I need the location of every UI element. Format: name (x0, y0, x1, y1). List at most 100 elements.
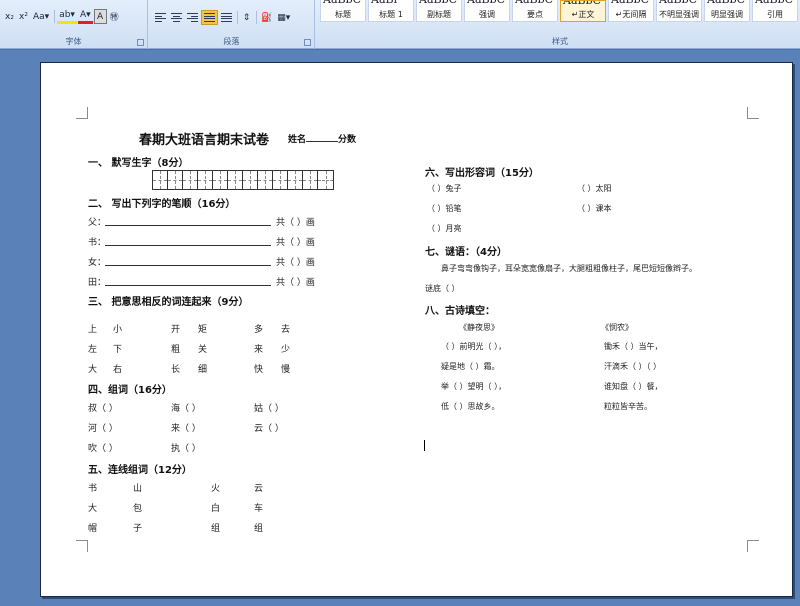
document-page[interactable]: 春期大班语言期末试卷 姓名 分数 一、 默写生字（8分） 二、 写出下列字的笔顺（… (40, 62, 793, 597)
crop-mark (76, 540, 88, 552)
section-2-heading: 二、 写出下列字的笔顺（16分） (88, 199, 236, 210)
style-preview: AaBbC (419, 0, 457, 6)
adjective-blank: （ ）课本 (577, 204, 612, 213)
style-tile[interactable]: AaBbC 不明显强调 (656, 0, 702, 22)
crop-mark (747, 540, 759, 552)
poem-2-line: 粒粒皆辛苦。 (604, 402, 652, 411)
font-color-button[interactable]: A▾ (77, 9, 93, 24)
answer-line[interactable] (105, 285, 271, 286)
style-preview: AaBbC (707, 0, 745, 6)
match-word: 组 (254, 524, 264, 534)
section-7-heading: 七、谜语：（4分） (425, 247, 507, 258)
name-field[interactable]: 姓名 分数 (288, 132, 356, 145)
justify-button[interactable] (201, 10, 218, 25)
separator (54, 10, 56, 23)
adjective-blank: （ ）兔子 (427, 184, 462, 193)
align-right-icon (187, 13, 198, 22)
font-dialog-launcher-icon[interactable] (137, 39, 144, 46)
style-tile[interactable]: AaBbC 明显强调 (704, 0, 750, 22)
word-group-item: 河（ ） (88, 424, 118, 434)
character-shading-button[interactable]: A (93, 9, 107, 24)
justify-icon (204, 13, 215, 22)
style-tile[interactable]: AaBl 标题 1 (368, 0, 414, 22)
antonym-word: 关 (198, 345, 208, 355)
poem-1-line: （ ）前明光（ ）， (441, 342, 507, 351)
answer-line[interactable] (105, 245, 271, 246)
align-right-button[interactable] (185, 10, 200, 25)
match-word: 白 (211, 504, 221, 514)
section-6-heading: 六、写出形容词（15分） (425, 168, 539, 179)
match-word: 书 (88, 484, 98, 494)
answer-line[interactable] (105, 265, 271, 266)
poem-1-line: 低（ ）思故乡。 (441, 402, 500, 411)
style-name: 明显强调 (711, 10, 743, 19)
poem-1-line: 疑是地（ ）霜。 (441, 362, 500, 371)
antonym-word: 快 (254, 365, 264, 375)
shading-button[interactable]: ⛽ (259, 10, 274, 25)
align-center-icon (171, 13, 182, 22)
borders-button[interactable]: ▦ ▾ (275, 10, 292, 25)
paint-bucket-icon: ⛽ (261, 12, 273, 23)
style-tile[interactable]: AaBbC 副标题 (416, 0, 462, 22)
antonym-word: 粗 (171, 345, 181, 355)
align-left-button[interactable] (153, 10, 168, 25)
match-word: 大 (88, 504, 98, 514)
match-word: 包 (133, 504, 143, 514)
match-word: 帽 (88, 524, 98, 534)
match-word: 火 (211, 484, 221, 494)
enclose-characters-button[interactable]: ㊕ (108, 9, 121, 24)
style-name: 标题 1 (379, 10, 403, 19)
highlight-color-button[interactable]: ab▾ (57, 9, 77, 24)
line-spacing-button[interactable]: ⇕ (240, 10, 253, 25)
antonym-word: 细 (198, 365, 208, 375)
section-3-heading: 三、 把意思相反的词连起来（9分） (88, 297, 249, 308)
answer-line[interactable] (105, 225, 271, 226)
paragraph-dialog-launcher-icon[interactable] (304, 39, 311, 46)
font-group-label: 字体 (65, 37, 82, 46)
style-tile[interactable]: AaBbC ↵无间隔 (608, 0, 654, 22)
style-preview: AaBbC (323, 0, 361, 6)
antonym-word: 右 (113, 365, 123, 375)
distributed-button[interactable] (219, 10, 234, 25)
crop-mark (76, 107, 88, 119)
distributed-icon (221, 13, 232, 22)
style-preview: AaBbC (515, 0, 553, 6)
antonym-word: 矩 (198, 325, 208, 335)
crop-mark (747, 107, 759, 119)
antonym-word: 上 (88, 325, 98, 335)
stroke-order-char: 田： (88, 278, 107, 288)
style-name: ↵正文 (571, 10, 595, 19)
align-center-button[interactable] (169, 10, 184, 25)
stroke-order-char: 父： (88, 218, 107, 228)
style-tile[interactable]: AaBbC 标题 (320, 0, 366, 22)
stroke-order-char: 女： (88, 258, 107, 268)
section-4-heading: 四、组词（16分） (88, 385, 172, 396)
superscript-button[interactable]: x² (17, 9, 30, 24)
borders-icon: ▦ (277, 12, 286, 23)
text-cursor (424, 440, 425, 451)
poem-2-line: 谁知盘（ ）餐， (604, 382, 663, 391)
style-tile[interactable]: AaBbC ↵正文 (560, 0, 606, 22)
style-tile[interactable]: AaBbC 要点 (512, 0, 558, 22)
subscript-button[interactable]: x₂ (3, 9, 16, 24)
style-name: 引用 (767, 10, 783, 19)
antonym-word: 多 (254, 325, 264, 335)
poem-1-title: 《静夜思》 (459, 323, 499, 332)
writing-grid[interactable] (152, 170, 334, 190)
style-tile[interactable]: AaBbC 强调 (464, 0, 510, 22)
style-tile[interactable]: AaBbC 引用 (752, 0, 798, 22)
style-preview: AaBl (371, 0, 397, 6)
change-case-button[interactable]: Aa▾ (31, 9, 51, 24)
stroke-order-char: 书： (88, 238, 107, 248)
style-name: 要点 (527, 10, 543, 19)
word-group-item: 执（ ） (171, 444, 201, 454)
styles-group: AaBbC标题AaBl标题 1AaBbC副标题AaBbC强调AaBbC要点AaB… (320, 0, 800, 49)
ribbon: x₂ x² Aa▾ ab▾ A▾ A ㊕ 字体 ⇕ ⛽ ▦ ▾ 段落 标题 标题… (0, 0, 800, 49)
style-preview: AaBbC (659, 0, 697, 6)
section-5-heading: 五、连线组词（12分） (88, 465, 192, 476)
adjective-blank: （ ）太阳 (577, 184, 612, 193)
style-preview: AaBbC (563, 0, 602, 7)
word-group-item: 姑（ ） (254, 404, 284, 414)
style-preview: AaBbC (467, 0, 505, 6)
antonym-word: 少 (281, 345, 291, 355)
